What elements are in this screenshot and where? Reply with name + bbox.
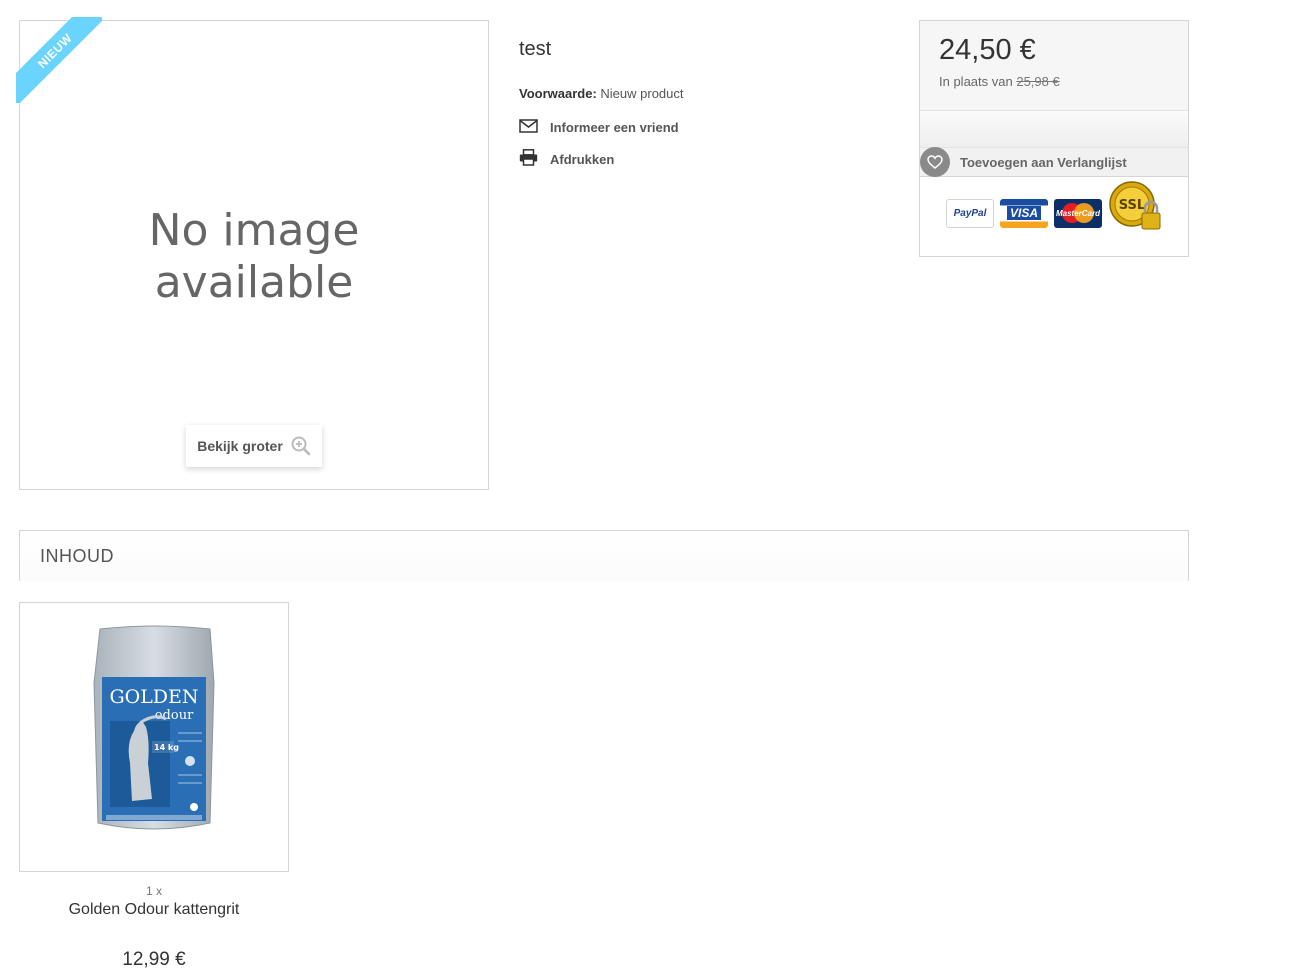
product-price: 24,50 € (939, 34, 1036, 66)
old-price-line: In plaats van 25,98 € (939, 74, 1188, 89)
heart-icon (920, 147, 950, 177)
mastercard-logo: MasterCard (1054, 198, 1102, 228)
bag-weight: 14 kg (154, 743, 179, 752)
bag-subbrand: odour (155, 708, 194, 723)
paypal-logo: PayPal (946, 198, 994, 228)
price-area: 24,50 € In plaats van 25,98 € (920, 21, 1188, 111)
new-badge: NIEUW (16, 17, 102, 103)
no-image-line-2: available (154, 257, 354, 308)
bag-brand: GOLDEN (109, 686, 198, 708)
product-condition: Voorwaarde: Nieuw product (519, 86, 684, 101)
printer-icon (519, 149, 538, 169)
zoom-in-icon (291, 436, 311, 456)
old-price-prefix: In plaats van (939, 74, 1013, 89)
send-to-friend-label: Informeer een vriend (550, 120, 679, 135)
product-image-container: NIEUW No image available Bekijk groter (16, 17, 489, 490)
pack-item-image[interactable]: GOLDEN odour 14 kg (19, 602, 289, 872)
view-larger-button[interactable]: Bekijk groter (186, 425, 322, 467)
mastercard-label: MasterCard (1055, 208, 1100, 218)
cat-litter-bag-image: GOLDEN odour 14 kg (92, 623, 216, 842)
paypal-label: PayPal (953, 207, 987, 219)
product-title: test (519, 38, 552, 60)
no-image-placeholder[interactable]: No image available (20, 205, 488, 309)
buy-box-spacer (920, 111, 1188, 148)
print-link[interactable]: Afdrukken (519, 149, 614, 169)
visa-logo: VISA (1000, 198, 1048, 228)
send-to-friend-link[interactable]: Informeer een vriend (519, 119, 679, 136)
ssl-badge-icon: SSL (1108, 179, 1164, 235)
pack-item-name[interactable]: Golden Odour kattengrit (19, 901, 289, 919)
no-image-line-1: No image (148, 205, 360, 256)
view-larger-label: Bekijk groter (197, 438, 283, 454)
wishlist-label: Toevoegen aan Verlanglijst (960, 154, 1127, 170)
old-price: 25,98 € (1016, 74, 1060, 89)
pack-item-quantity: 1 x (145, 884, 162, 898)
print-label: Afdrukken (550, 151, 615, 167)
visa-label: VISA (1006, 206, 1041, 220)
svg-text:SSL: SSL (1119, 198, 1145, 213)
pack-content-header: INHOUD (19, 530, 1189, 581)
condition-value: Nieuw product (600, 86, 684, 101)
condition-label: Voorwaarde: (519, 86, 597, 101)
pack-item-price: 12,99 € (122, 949, 186, 970)
new-badge-label: NIEUW (16, 17, 102, 103)
add-to-wishlist-button[interactable]: Toevoegen aan Verlanglijst (920, 147, 1188, 177)
payment-logos: PayPal VISA MasterCard SSL (920, 177, 1188, 235)
section-title: INHOUD (40, 546, 114, 566)
envelope-icon (519, 119, 538, 136)
buy-box: 24,50 € In plaats van 25,98 € Toevoegen … (919, 20, 1189, 257)
